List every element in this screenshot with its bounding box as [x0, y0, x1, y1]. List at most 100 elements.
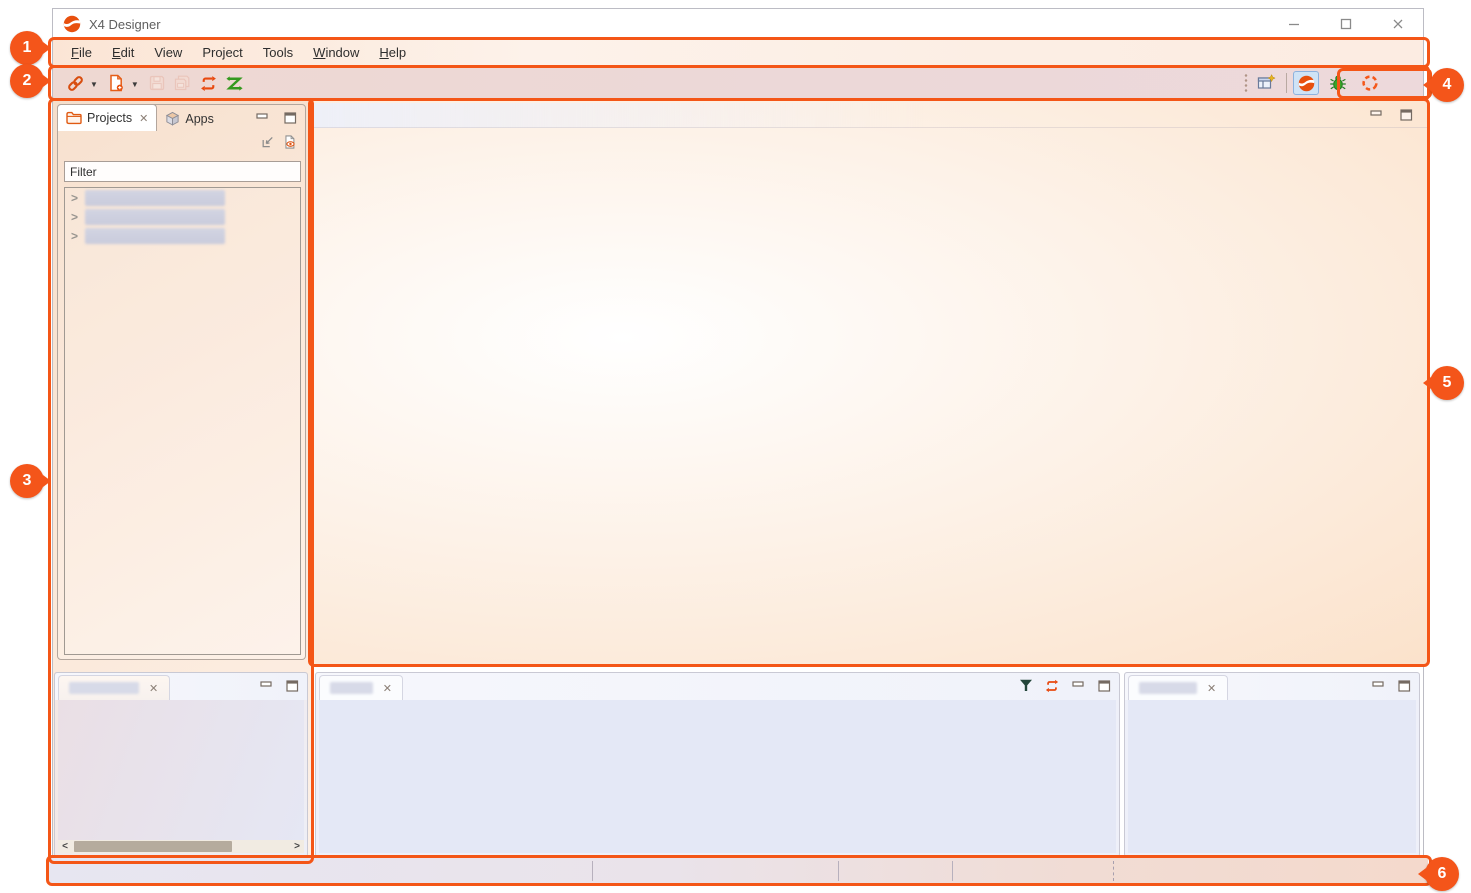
tab-apps-label: Apps [185, 112, 214, 126]
panel-minimize-icon[interactable] [1071, 679, 1085, 692]
window-title: X4 Designer [89, 17, 161, 32]
tree-item[interactable]: > [65, 207, 300, 226]
menu-help[interactable]: Help [369, 40, 416, 66]
toolbar-separator [1286, 73, 1287, 93]
panel-maximize-icon[interactable] [1399, 108, 1413, 121]
new-file-button[interactable] [104, 71, 128, 95]
save-button[interactable] [145, 71, 169, 95]
tab-apps[interactable]: Apps [157, 105, 222, 132]
bottom-right-tab[interactable]: ✕ [1128, 675, 1228, 700]
refresh-icon[interactable] [1045, 679, 1059, 692]
redacted-tab-label [330, 682, 373, 694]
bottom-left-content[interactable] [58, 700, 304, 840]
chevron-right-icon[interactable]: > [71, 229, 85, 243]
menu-project[interactable]: Project [192, 40, 252, 66]
link-button[interactable] [63, 71, 87, 95]
save-all-icon [173, 74, 192, 92]
tab-projects-close-icon[interactable]: ✕ [139, 112, 148, 125]
bottom-left-panel: ✕ < > [54, 672, 308, 857]
debug-perspective-button[interactable] [1325, 71, 1351, 95]
minimize-button[interactable] [1283, 13, 1305, 35]
panel-maximize-icon[interactable] [285, 679, 299, 692]
horizontal-scrollbar[interactable]: < > [58, 840, 304, 853]
perspective-toolbar [1244, 67, 1383, 99]
redacted-project-name [85, 190, 225, 206]
editor-area[interactable] [310, 100, 1427, 665]
chevron-right-icon[interactable]: > [71, 210, 85, 224]
menu-tools[interactable]: Tools [253, 40, 303, 66]
menu-window[interactable]: Window [303, 40, 369, 66]
filter-input[interactable] [64, 161, 301, 182]
projects-panel: Projects ✕ Apps [57, 104, 306, 660]
refresh-button[interactable] [197, 71, 221, 95]
tab-projects[interactable]: Projects ✕ [57, 104, 157, 131]
status-separator [592, 861, 593, 881]
bottom-left-controls [259, 679, 299, 692]
panel-minimize-icon[interactable] [259, 679, 273, 692]
panel-minimize-icon[interactable] [1371, 679, 1385, 692]
maximize-button[interactable] [1335, 13, 1357, 35]
panel-maximize-icon[interactable] [1097, 679, 1111, 692]
tree-item[interactable]: > [65, 226, 300, 245]
scrollbar-thumb[interactable] [74, 841, 232, 852]
status-separator-dashed [1113, 861, 1114, 881]
editor-controls [1369, 108, 1413, 121]
title-bar: X4 Designer [53, 9, 1423, 39]
tab-close-icon[interactable]: ✕ [149, 682, 158, 695]
callout-4: 4 [1430, 68, 1464, 102]
callout-5: 5 [1430, 366, 1464, 400]
link-with-editor-icon[interactable] [261, 135, 275, 148]
editor-tab-strip [310, 103, 1427, 128]
screenshot-root: X4 Designer File Edit View Project Tools… [0, 0, 1471, 893]
callout-3: 3 [10, 464, 44, 498]
bottom-middle-tab[interactable]: ✕ [319, 675, 403, 700]
bottom-middle-panel: ✕ [315, 672, 1120, 857]
panel-maximize-icon[interactable] [1397, 679, 1411, 692]
panel-maximize-icon[interactable] [283, 111, 297, 124]
bottom-right-content[interactable] [1128, 700, 1416, 853]
bottom-right-controls [1371, 679, 1411, 692]
new-file-dropdown-arrow[interactable]: ▼ [131, 80, 139, 89]
bottom-left-tab[interactable]: ✕ [58, 675, 170, 700]
tree-item[interactable]: > [65, 188, 300, 207]
bug-icon [1329, 74, 1347, 92]
menu-bar: File Edit View Project Tools Window Help [53, 40, 1423, 66]
chevron-right-icon[interactable]: > [71, 191, 85, 205]
toolbar-grip-handle[interactable] [1244, 73, 1248, 93]
bottom-left-tabstrip: ✕ [55, 673, 307, 700]
menu-file[interactable]: File [61, 40, 102, 66]
projects-view-toolbar [261, 135, 297, 148]
x4-perspective-icon [1298, 75, 1315, 92]
tab-projects-label: Projects [87, 111, 132, 125]
bottom-middle-content[interactable] [319, 700, 1116, 853]
open-perspective-icon [1257, 74, 1276, 92]
link-icon [66, 74, 85, 93]
close-button[interactable] [1387, 13, 1409, 35]
status-separator [838, 861, 839, 881]
bottom-middle-tabstrip: ✕ [316, 673, 1119, 700]
scroll-left-icon[interactable]: < [58, 841, 72, 852]
tab-close-icon[interactable]: ✕ [383, 682, 392, 695]
scroll-right-icon[interactable]: > [290, 841, 304, 852]
panel-minimize-icon[interactable] [1369, 108, 1383, 121]
save-icon [148, 74, 166, 92]
new-file-icon [107, 74, 125, 92]
file-preview-eye-icon[interactable] [283, 135, 297, 148]
redacted-tab-label [1139, 682, 1197, 694]
redacted-project-name [85, 228, 225, 244]
x4-perspective-button[interactable] [1293, 71, 1319, 95]
bottom-middle-controls [1019, 679, 1111, 692]
menu-edit[interactable]: Edit [102, 40, 144, 66]
link-dropdown-arrow[interactable]: ▼ [90, 80, 98, 89]
bottom-right-panel: ✕ [1124, 672, 1420, 857]
main-toolbar: ▼ ▼ [53, 67, 1423, 99]
callout-1: 1 [10, 31, 44, 65]
panel-minimize-icon[interactable] [255, 111, 269, 124]
open-perspective-button[interactable] [1254, 71, 1278, 95]
tab-close-icon[interactable]: ✕ [1207, 682, 1216, 695]
save-all-button[interactable] [171, 71, 195, 95]
run-perspective-button[interactable] [1357, 71, 1383, 95]
compare-button[interactable] [223, 71, 247, 95]
filter-funnel-icon[interactable] [1019, 679, 1033, 692]
menu-view[interactable]: View [144, 40, 192, 66]
